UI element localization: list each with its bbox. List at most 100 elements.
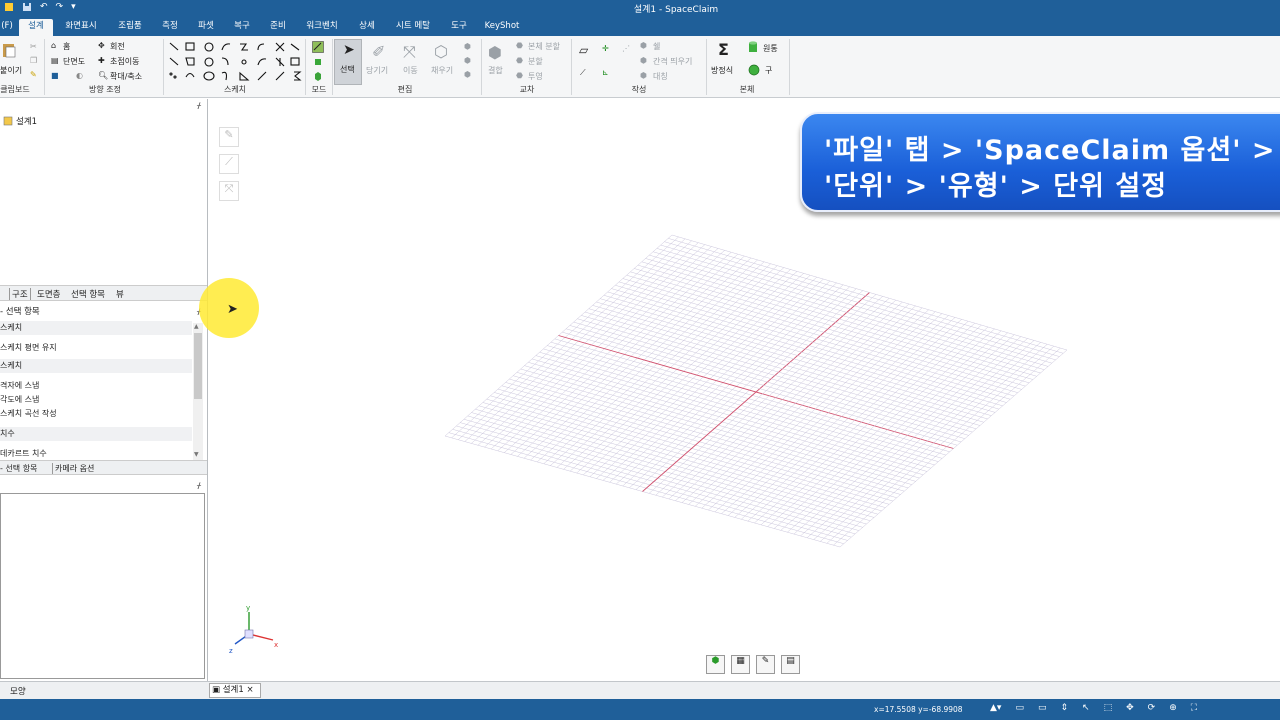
tab-facets[interactable]: 파셋 (191, 19, 221, 36)
pin-icon[interactable]: ᚋ (197, 101, 201, 110)
option-checkbox[interactable]: 스케치 곡선 작성 (0, 407, 192, 421)
combine-button[interactable]: 결합 (488, 65, 503, 76)
section-button[interactable]: 단면도 (63, 56, 85, 67)
project-icon[interactable]: ⬣ (516, 71, 523, 80)
fill-button[interactable]: 채우기 (431, 65, 453, 76)
scroll-up-icon[interactable]: ▲ (194, 323, 199, 330)
equation-icon[interactable]: Σ (718, 40, 729, 59)
pan-icon[interactable]: ✚ (98, 56, 105, 65)
tab-assembly[interactable]: 조립품 (110, 19, 150, 36)
tab-detail[interactable]: 상세 (352, 19, 382, 36)
zoom-icon[interactable]: ⊕ (1169, 703, 1177, 713)
pull-button[interactable]: 당기기 (366, 65, 388, 76)
option-checkbox[interactable]: 데카르트 치수 (0, 447, 192, 461)
tab-workbench[interactable]: 워크벤치 (299, 19, 345, 36)
3d-view-icon[interactable]: ⬢ (706, 655, 725, 674)
drawing-view-icon[interactable]: ✎ (756, 655, 775, 674)
blend-icon[interactable]: ⬢ (464, 42, 471, 51)
tab-structure[interactable]: 구조 (9, 288, 31, 300)
paste-button[interactable]: 붙이기 (0, 65, 22, 76)
fill-icon[interactable]: ⬡ (434, 42, 448, 61)
pan-button[interactable]: 초점이동 (110, 56, 139, 67)
section-icon[interactable]: ▤ (51, 56, 59, 65)
spin-icon[interactable]: ⇕ (1060, 703, 1068, 713)
tab-camera-options[interactable]: 카메라 옵션 (52, 463, 94, 474)
mirror-icon[interactable]: ⬢ (640, 71, 647, 80)
tab-display[interactable]: 화면표시 (58, 19, 104, 36)
orbit-icon[interactable]: ⟳ (1148, 703, 1156, 713)
fit-icon[interactable]: ⛶ (1191, 703, 1197, 713)
format-painter-icon[interactable]: ✎ (30, 70, 37, 79)
camera-icon[interactable]: ◐ (76, 71, 83, 80)
box-select-icon[interactable]: ⬚ (1104, 703, 1113, 713)
doc-tab-design1[interactable]: ▣ 설계1 × (209, 683, 261, 698)
copy-icon[interactable]: ❐ (30, 56, 37, 65)
axis-icon[interactable]: ⋰ (622, 44, 630, 53)
select-tool-button[interactable]: ➤ 선택 (334, 39, 362, 85)
rotate-icon[interactable]: ✥ (98, 41, 105, 50)
line-icon[interactable]: ⟋ (580, 68, 586, 78)
tab-options[interactable]: - 선택 항목 (0, 463, 37, 474)
tab-layers[interactable]: 도면층 (37, 288, 60, 300)
tab-design[interactable]: 설계 (19, 19, 53, 36)
tweak-icon[interactable]: ⬢ (464, 56, 471, 65)
origin-icon[interactable]: ✛ (602, 44, 609, 53)
cylinder-icon[interactable] (748, 41, 758, 54)
combine-icon[interactable]: ⬢ (488, 43, 502, 62)
move-icon[interactable]: ⤧ (403, 42, 416, 62)
split-button[interactable]: 분할 (528, 56, 543, 67)
close-icon[interactable]: × (247, 685, 254, 695)
pull-icon[interactable]: ✐ (372, 42, 385, 61)
zoom-button[interactable]: 확대/축소 (110, 71, 142, 82)
select-icon[interactable]: ↖ (1082, 703, 1090, 713)
options-scrollbar[interactable]: ▲ ▼ (193, 323, 203, 460)
move-button[interactable]: 이동 (403, 65, 418, 76)
3d-mode-icon[interactable] (313, 71, 323, 81)
section-view-icon[interactable]: ▤ (781, 655, 800, 674)
scroll-down-icon[interactable]: ▼ (194, 451, 199, 458)
tab-prepare[interactable]: 준비 (263, 19, 293, 36)
shell-icon[interactable]: ⬢ (640, 41, 647, 50)
point-icon[interactable]: ⊾ (602, 68, 609, 77)
split-body-icon[interactable]: ⬣ (516, 41, 523, 50)
tab-keyshot[interactable]: KeyShot (480, 19, 524, 36)
pin-icon[interactable]: ᚋ (197, 481, 201, 490)
sketch-mode-icon[interactable] (312, 41, 324, 53)
equation-button[interactable]: 방정식 (711, 65, 733, 76)
offset-button[interactable]: 간격 띄우기 (653, 56, 692, 67)
sphere-button[interactable]: 구 (765, 65, 772, 76)
tab-tools[interactable]: 도구 (444, 19, 474, 36)
sphere-icon[interactable] (748, 64, 760, 76)
paste-icon[interactable] (2, 42, 16, 58)
project-button[interactable]: 투영 (528, 71, 543, 82)
structure-tree-root[interactable]: 설계1 (3, 115, 37, 127)
pan-icon[interactable]: ✥ (1126, 703, 1134, 713)
scroll-thumb[interactable] (194, 333, 202, 399)
selection-filter-icon[interactable]: ▲▾ (990, 703, 1001, 713)
split-body-button[interactable]: 본체 분할 (528, 41, 560, 52)
cut-icon[interactable]: ✂ (30, 42, 37, 51)
tab-sheet-metal[interactable]: 시트 메탈 (388, 19, 438, 36)
plane-icon[interactable]: ▱ (579, 43, 588, 57)
sketch-view-icon[interactable]: ▦ (731, 655, 750, 674)
replace-icon[interactable]: ⬢ (464, 70, 471, 79)
rotate-button[interactable]: 회전 (110, 41, 125, 52)
view-icon[interactable]: ▭ (1038, 703, 1047, 713)
view-cube-icon[interactable]: ■ (51, 71, 59, 80)
zoom-icon[interactable]: 🔍︎ (98, 71, 108, 80)
snap-icon[interactable]: ▭ (1015, 703, 1024, 713)
option-checkbox[interactable]: 격자에 스냅 (0, 379, 192, 393)
cylinder-button[interactable]: 원통 (763, 43, 778, 54)
mirror-button[interactable]: 대칭 (653, 71, 668, 82)
section-mode-icon[interactable] (313, 57, 323, 67)
option-checkbox[interactable]: 스케치 평면 유지 (0, 341, 192, 355)
tab-measure[interactable]: 측정 (155, 19, 185, 36)
offset-icon[interactable]: ⬢ (640, 56, 647, 65)
tab-repair[interactable]: 복구 (227, 19, 257, 36)
split-icon[interactable]: ⬣ (516, 56, 523, 65)
sketch-tools-icon[interactable] (168, 40, 304, 86)
home-button[interactable]: 홈 (63, 41, 70, 52)
tab-views[interactable]: 뷰 (116, 288, 124, 300)
home-icon[interactable]: ⌂ (51, 41, 56, 50)
tab-selection[interactable]: 선택 항목 (71, 288, 105, 300)
